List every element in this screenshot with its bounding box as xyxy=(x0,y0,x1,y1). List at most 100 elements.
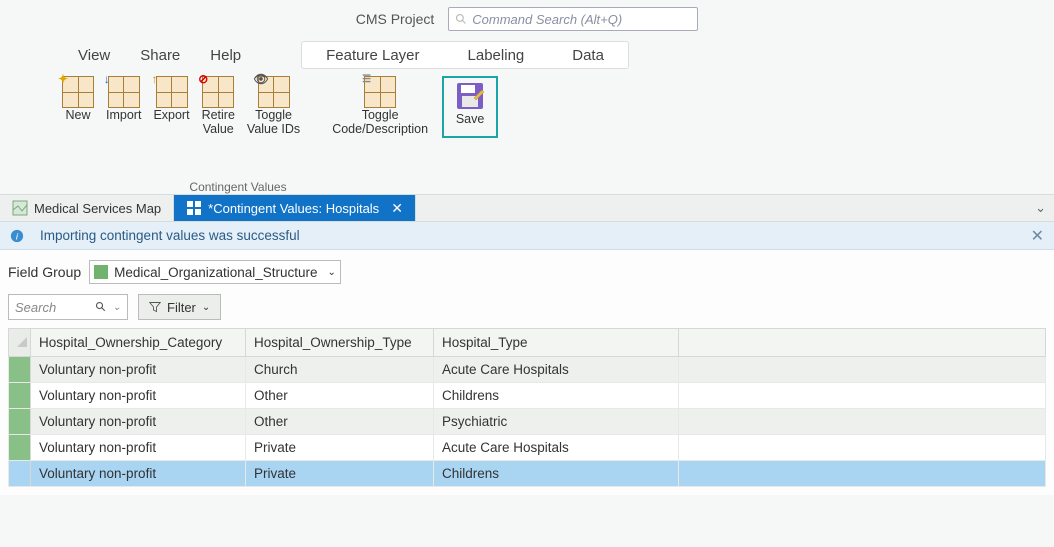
command-search-input[interactable]: Command Search (Alt+Q) xyxy=(448,7,698,31)
table-cell[interactable]: Acute Care Hospitals xyxy=(434,435,679,461)
export-label: Export xyxy=(153,108,189,122)
list-icon: ☰ xyxy=(362,74,371,85)
row-header[interactable] xyxy=(9,461,31,487)
row-header[interactable] xyxy=(9,409,31,435)
filter-button[interactable]: Filter ⌄ xyxy=(138,294,221,320)
tab-expander[interactable]: ⌄ xyxy=(1027,195,1054,221)
toggle-code-label: Toggle Code/Description xyxy=(332,108,428,137)
grid-icon xyxy=(186,200,202,216)
table-cell[interactable]: Acute Care Hospitals xyxy=(434,357,679,383)
search-filter-row: Search ⌄ Filter ⌄ xyxy=(0,290,1054,328)
close-icon[interactable]: ✕ xyxy=(391,200,403,217)
chevron-down-icon: ⌄ xyxy=(1035,200,1046,216)
filter-icon xyxy=(149,301,161,313)
col-empty xyxy=(679,329,1046,357)
table-cell[interactable]: Private xyxy=(246,435,434,461)
arrow-down-icon: ↓ xyxy=(104,72,110,86)
field-group-label: Field Group xyxy=(8,264,81,280)
table-cell[interactable]: Voluntary non-profit xyxy=(31,383,246,409)
table-cell-empty xyxy=(679,461,1046,487)
toggle-code-description-button[interactable]: ☰ Toggle Code/Description xyxy=(326,76,434,137)
table-cell[interactable]: Other xyxy=(246,409,434,435)
table-cell-empty xyxy=(679,383,1046,409)
chevron-down-icon: ⌄ xyxy=(202,302,210,313)
title-bar: CMS Project Command Search (Alt+Q) xyxy=(0,0,1054,32)
arrow-up-icon: ↑ xyxy=(152,72,158,86)
search-icon xyxy=(455,13,467,25)
row-header[interactable] xyxy=(9,383,31,409)
table-cell[interactable]: Voluntary non-profit xyxy=(31,461,246,487)
table-container: Hospital_Ownership_Category Hospital_Own… xyxy=(0,328,1054,495)
retire-value-button[interactable]: ⊘ Retire Value xyxy=(196,76,241,137)
table-cell[interactable]: Voluntary non-profit xyxy=(31,435,246,461)
table-header-row: Hospital_Ownership_Category Hospital_Own… xyxy=(9,329,1046,357)
ribbon: ✦ New ↓ Import ↑ Export ⊘ Retire Value 👁… xyxy=(0,70,1054,182)
info-icon: i xyxy=(10,229,24,243)
table-row[interactable]: Voluntary non-profitChurchAcute Care Hos… xyxy=(9,357,1046,383)
search-placeholder: Search xyxy=(15,300,56,315)
tab-feature-layer[interactable]: Feature Layer xyxy=(302,42,443,68)
table-cell[interactable]: Voluntary non-profit xyxy=(31,409,246,435)
tab-labeling[interactable]: Labeling xyxy=(444,42,549,68)
sparkle-icon: ✦ xyxy=(58,72,68,86)
table-row[interactable]: Voluntary non-profitOtherChildrens xyxy=(9,383,1046,409)
eye-icon: 👁 xyxy=(254,72,269,86)
field-group-select[interactable]: Medical_Organizational_Structure ⌄ xyxy=(89,260,341,284)
info-message: Importing contingent values was successf… xyxy=(40,228,300,243)
table-row[interactable]: Voluntary non-profitOtherPsychiatric xyxy=(9,409,1046,435)
menu-share[interactable]: Share xyxy=(140,47,180,64)
search-icon xyxy=(95,301,107,313)
save-label: Save xyxy=(456,112,485,126)
table-cell[interactable]: Church xyxy=(246,357,434,383)
row-header[interactable] xyxy=(9,435,31,461)
info-close-icon[interactable]: ✕ xyxy=(1031,226,1044,246)
table-row[interactable]: Voluntary non-profitPrivateChildrens xyxy=(9,461,1046,487)
tab-data[interactable]: Data xyxy=(548,42,628,68)
tab-cv-label: *Contingent Values: Hospitals xyxy=(208,201,379,216)
menu-view[interactable]: View xyxy=(78,47,110,64)
col-hospital-type[interactable]: Hospital_Type xyxy=(434,329,679,357)
table-cell[interactable]: Childrens xyxy=(434,461,679,487)
table-cell[interactable]: Voluntary non-profit xyxy=(31,357,246,383)
table-cell-empty xyxy=(679,357,1046,383)
table-row[interactable]: Voluntary non-profitPrivateAcute Care Ho… xyxy=(9,435,1046,461)
field-group-row: Field Group Medical_Organizational_Struc… xyxy=(0,250,1054,290)
toggle-ids-label: Toggle Value IDs xyxy=(247,108,300,137)
project-title: CMS Project xyxy=(356,11,435,27)
table-cell[interactable]: Childrens xyxy=(434,383,679,409)
field-group-value: Medical_Organizational_Structure xyxy=(114,265,317,280)
export-button[interactable]: ↑ Export xyxy=(147,76,195,122)
search-input[interactable]: Search ⌄ xyxy=(8,294,128,320)
table-cell[interactable]: Other xyxy=(246,383,434,409)
tab-medical-services-map[interactable]: Medical Services Map xyxy=(0,195,174,221)
new-label: New xyxy=(65,108,90,122)
document-tabs: Medical Services Map *Contingent Values:… xyxy=(0,194,1054,222)
col-ownership-category[interactable]: Hospital_Ownership_Category xyxy=(31,329,246,357)
command-search-placeholder: Command Search (Alt+Q) xyxy=(472,12,622,27)
table-cell[interactable]: Private xyxy=(246,461,434,487)
save-button[interactable]: Save xyxy=(442,76,498,138)
retire-label: Retire Value xyxy=(202,108,235,137)
ribbon-group-caption: Contingent Values xyxy=(0,180,420,194)
menu-bar: View Share Help Feature Layer Labeling D… xyxy=(0,40,1054,70)
contingent-values-table: Hospital_Ownership_Category Hospital_Own… xyxy=(8,328,1046,487)
chevron-down-icon: ⌄ xyxy=(113,302,121,313)
filter-label: Filter xyxy=(167,300,196,315)
info-bar: i Importing contingent values was succes… xyxy=(0,222,1054,250)
tab-contingent-values[interactable]: *Contingent Values: Hospitals ✕ xyxy=(174,195,416,221)
prohibit-icon: ⊘ xyxy=(198,72,208,86)
col-ownership-type[interactable]: Hospital_Ownership_Type xyxy=(246,329,434,357)
menu-help[interactable]: Help xyxy=(210,47,241,64)
import-label: Import xyxy=(106,108,141,122)
toggle-value-ids-button[interactable]: 👁 Toggle Value IDs xyxy=(241,76,306,137)
row-header[interactable] xyxy=(9,357,31,383)
tab-map-label: Medical Services Map xyxy=(34,201,161,216)
table-cell-empty xyxy=(679,409,1046,435)
table-cell-empty xyxy=(679,435,1046,461)
table-cell[interactable]: Psychiatric xyxy=(434,409,679,435)
import-button[interactable]: ↓ Import xyxy=(100,76,147,122)
select-all-corner[interactable] xyxy=(9,329,31,357)
new-button[interactable]: ✦ New xyxy=(56,76,100,122)
context-tab-group: Feature Layer Labeling Data xyxy=(301,41,629,69)
map-icon xyxy=(12,200,28,216)
